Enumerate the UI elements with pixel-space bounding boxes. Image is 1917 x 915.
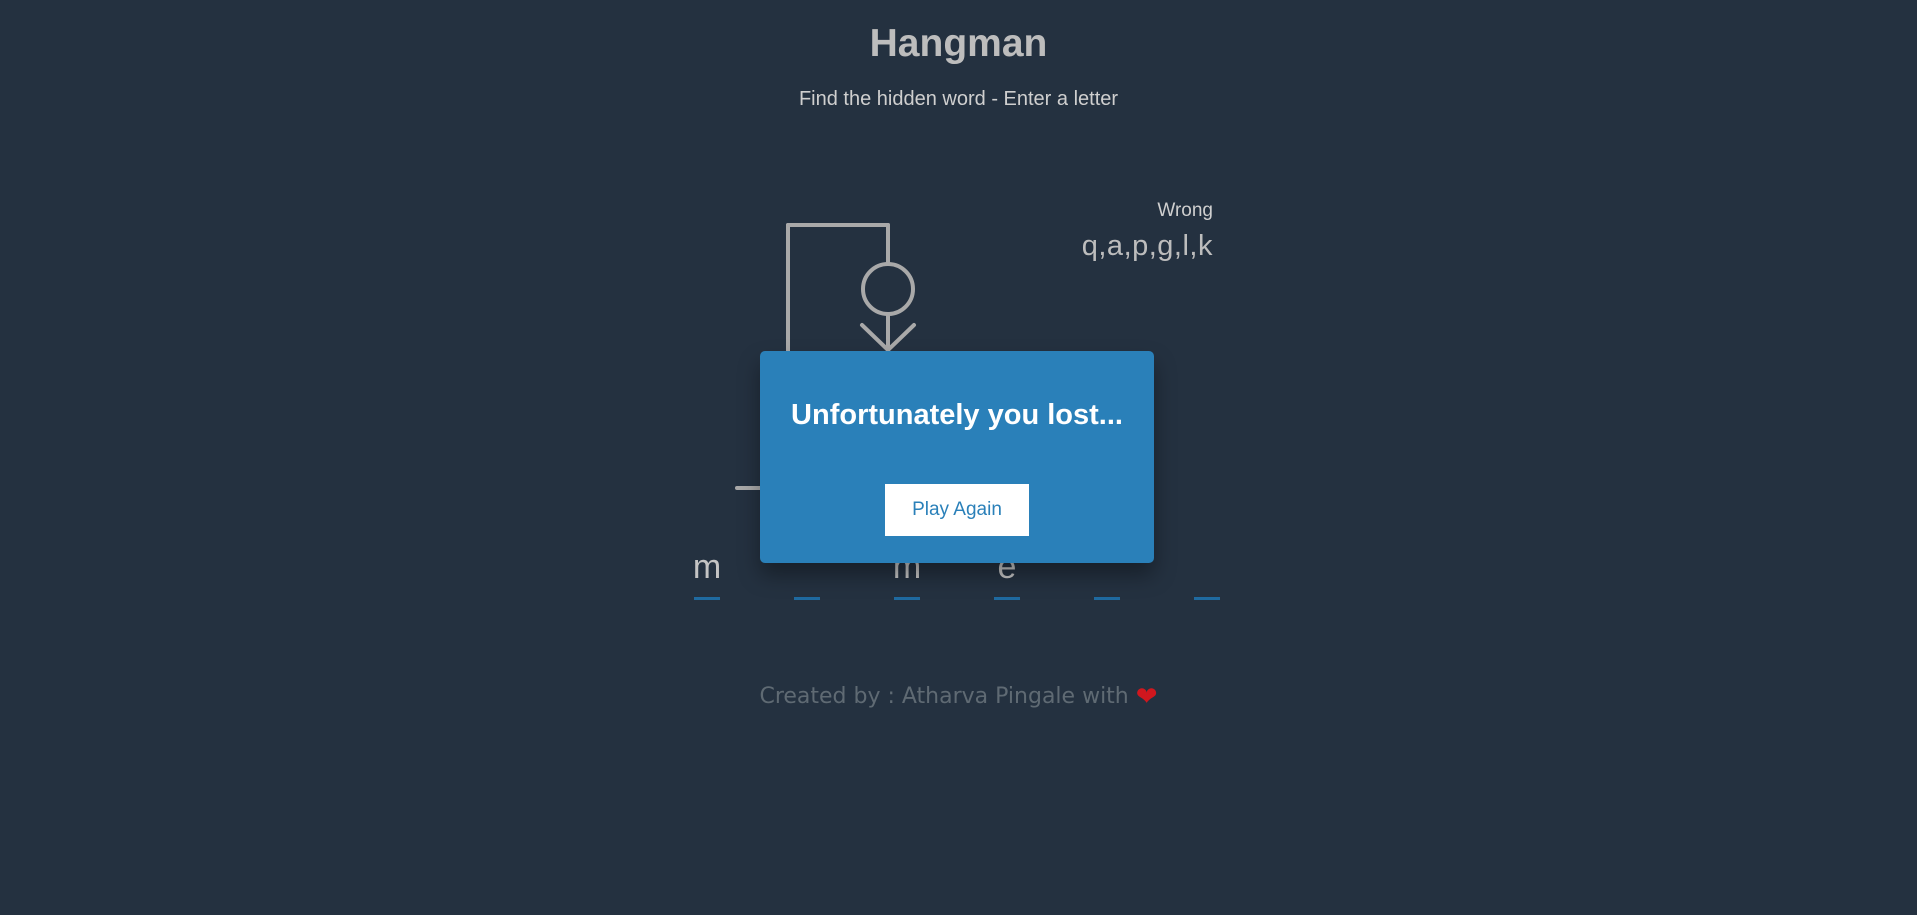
modal-message: Unfortunately you lost...	[791, 399, 1123, 431]
letter-underline	[894, 597, 920, 600]
play-again-button[interactable]: Play Again	[885, 484, 1029, 536]
letter-underline	[1094, 597, 1120, 600]
letter-slot	[1190, 548, 1290, 604]
letter-underline	[1194, 597, 1220, 600]
letter-underline	[994, 597, 1020, 600]
heart-icon: ❤	[1135, 682, 1158, 712]
wrong-letters: q,a,p,g,l,k	[1081, 230, 1213, 262]
figure-right-arm	[886, 323, 916, 352]
letter-underline	[794, 597, 820, 600]
letter-underline	[694, 597, 720, 600]
game-over-modal: Unfortunately you lost... Play Again	[760, 351, 1154, 563]
footer-text: Created by : Atharva Pingale with	[759, 684, 1129, 709]
footer-credit: Created by : Atharva Pingale with ❤	[0, 682, 1917, 712]
wrong-label: Wrong	[1157, 200, 1213, 221]
wrong-letters-panel: Wrong q,a,p,g,l,k	[1082, 200, 1213, 263]
figure-head	[861, 262, 915, 316]
figure-left-arm	[860, 323, 890, 352]
hangman-page: Hangman Find the hidden word - Enter a l…	[0, 0, 1917, 915]
letter: m	[692, 548, 722, 586]
